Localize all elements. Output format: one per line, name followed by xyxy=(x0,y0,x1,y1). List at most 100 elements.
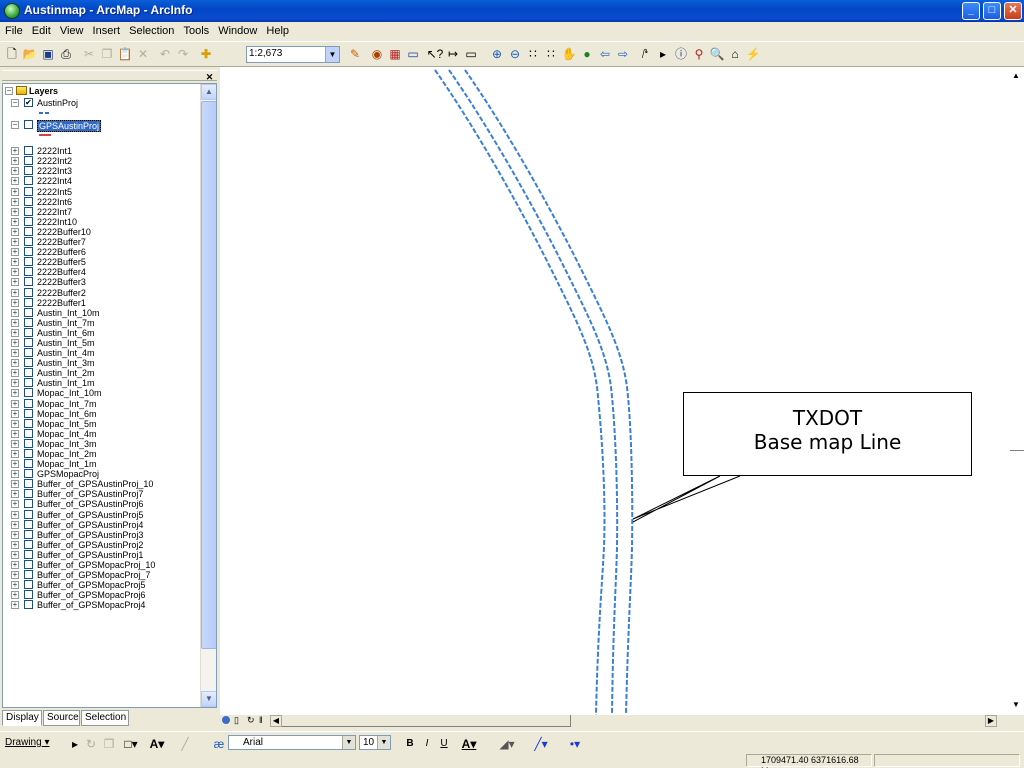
layer-visibility-checkbox[interactable] xyxy=(24,570,33,580)
whats-this-icon[interactable]: ↖? xyxy=(426,45,444,63)
rotate-icon[interactable]: ↻ xyxy=(82,735,100,753)
map-scale-combo[interactable]: 1:2,673 ▼ xyxy=(246,46,340,63)
expand-icon[interactable]: + xyxy=(11,349,19,358)
layer-visibility-checkbox[interactable] xyxy=(24,257,33,267)
scroll-down-icon[interactable]: ▼ xyxy=(201,691,216,707)
expand-icon[interactable]: + xyxy=(11,419,19,428)
layer-row[interactable]: +2222Int6 xyxy=(3,196,200,207)
zoom-out-icon[interactable]: ⊖ xyxy=(506,45,524,63)
layer-visibility-checkbox[interactable] xyxy=(24,449,33,458)
layer-row[interactable]: + Austin_Int_2m xyxy=(3,368,200,378)
expand-icon[interactable]: + xyxy=(11,520,19,529)
scroll-thumb[interactable] xyxy=(201,101,216,649)
map-vertical-scrollbar[interactable]: ▲ ▼ xyxy=(1010,67,1024,715)
magnify-icon[interactable]: ▭ xyxy=(462,45,480,63)
print-icon[interactable]: ⎙ xyxy=(57,45,75,63)
layer-visibility-checkbox[interactable] xyxy=(24,479,33,489)
layer-visibility-checkbox[interactable] xyxy=(24,287,33,297)
menu-edit[interactable]: Edit xyxy=(29,22,54,37)
layer-visibility-checkbox[interactable] xyxy=(24,378,33,388)
layer-visibility-checkbox[interactable] xyxy=(24,590,33,600)
layer-visibility-checkbox[interactable] xyxy=(24,560,33,570)
layer-row[interactable]: + Mopac_Int_4m xyxy=(3,428,200,439)
layer-visibility-checkbox[interactable] xyxy=(24,348,33,358)
fill-color-icon[interactable]: ◢▾ xyxy=(498,735,516,753)
expand-icon[interactable]: + xyxy=(11,197,19,206)
layer-row[interactable]: + Austin_Int_3m xyxy=(3,358,200,368)
layer-row[interactable]: + Buffer_of_GPSAustinProj5 xyxy=(3,509,200,520)
expand-icon[interactable]: + xyxy=(11,540,19,549)
layers-root[interactable]: − Layers xyxy=(3,86,200,98)
layer-visibility-checkbox[interactable] xyxy=(24,418,33,428)
layer-row[interactable]: − ✔ AustinProj xyxy=(3,98,200,108)
layer-row[interactable]: + Buffer_of_GPSMopacProj_10 xyxy=(3,560,200,570)
layer-row[interactable]: + Buffer_of_GPSMopacProj_7 xyxy=(3,570,200,580)
scroll-up-icon[interactable]: ▲ xyxy=(201,84,216,100)
lightning-icon[interactable]: ⚡ xyxy=(744,45,762,63)
callout-box[interactable]: TXDOT Base map Line xyxy=(683,392,972,476)
layer-row[interactable]: + Buffer_of_GPSAustinProj4 xyxy=(3,519,200,530)
layer-row[interactable]: + Buffer_of_GPSMopacProj6 xyxy=(3,590,200,600)
underline-button[interactable]: U xyxy=(435,735,453,753)
layer-row[interactable]: + Mopac_Int_10m xyxy=(3,388,200,398)
layer-row[interactable]: +2222Buffer10 xyxy=(3,226,200,237)
layer-visibility-checkbox[interactable] xyxy=(24,428,33,438)
cut-icon[interactable]: ✂ xyxy=(80,45,98,63)
layer-row[interactable]: +2222Int1 xyxy=(3,146,200,156)
select-features-icon[interactable]: ⭚ xyxy=(636,45,654,63)
menu-selection[interactable]: Selection xyxy=(126,22,177,37)
new-icon[interactable]: 🗋 xyxy=(3,45,21,63)
delete-icon[interactable]: ✕ xyxy=(134,45,152,63)
scroll-left-icon[interactable]: ◀ xyxy=(270,715,282,727)
layer-row[interactable]: + Buffer_of_GPSMopacProj5 xyxy=(3,580,200,590)
layer-visibility-checkbox[interactable] xyxy=(24,580,33,590)
layer-visibility-checkbox[interactable] xyxy=(24,398,33,408)
expand-icon[interactable]: + xyxy=(11,217,19,226)
layer-visibility-checkbox[interactable] xyxy=(24,509,33,519)
menu-tools[interactable]: Tools xyxy=(180,22,212,37)
expand-icon[interactable]: + xyxy=(11,338,19,347)
expand-icon[interactable]: + xyxy=(11,268,19,277)
layer-row[interactable]: + Buffer_of_GPSAustinProj2 xyxy=(3,539,200,550)
scroll-down-icon[interactable]: ▼ xyxy=(1012,700,1020,709)
layer-row[interactable]: + Mopac_Int_1m xyxy=(3,459,200,469)
layer-visibility-checkbox[interactable] xyxy=(24,237,33,247)
expand-icon[interactable]: + xyxy=(11,147,19,156)
layer-visibility-checkbox[interactable] xyxy=(24,499,33,509)
layer-row[interactable]: +2222Int2 xyxy=(3,156,200,166)
expand-icon[interactable]: + xyxy=(11,248,19,257)
collapse-icon[interactable]: − xyxy=(11,121,19,130)
select-elements-icon[interactable]: ▸ xyxy=(654,45,672,63)
layer-visibility-checkbox[interactable] xyxy=(24,529,33,539)
fixed-zoom-out-icon[interactable]: ∷ xyxy=(542,45,560,63)
layer-row[interactable]: +2222Int7 xyxy=(3,206,200,217)
layer-row[interactable]: + Buffer_of_GPSAustinProj6 xyxy=(3,499,200,509)
layer-row[interactable]: + Mopac_Int_3m xyxy=(3,438,200,449)
expand-icon[interactable]: + xyxy=(11,591,19,600)
expand-icon[interactable]: + xyxy=(11,460,19,469)
layer-visibility-checkbox[interactable] xyxy=(24,247,33,257)
layer-visibility-checkbox[interactable] xyxy=(24,166,33,176)
close-button[interactable]: ✕ xyxy=(1004,2,1022,20)
layer-row[interactable]: + Austin_Int_7m xyxy=(3,317,200,328)
layer-visibility-checkbox[interactable] xyxy=(24,549,33,559)
pause-icon[interactable]: ‖ xyxy=(259,715,263,725)
layer-row[interactable]: + Buffer_of_GPSAustinProj_10 xyxy=(3,479,200,489)
expand-icon[interactable]: + xyxy=(11,177,19,186)
toc-grip[interactable]: ✕ xyxy=(2,70,217,83)
layer-visibility-checkbox[interactable] xyxy=(24,459,33,469)
layer-visibility-checkbox[interactable] xyxy=(24,519,33,529)
route-icon[interactable]: ⌂ xyxy=(726,45,744,63)
layer-row[interactable]: + Mopac_Int_7m xyxy=(3,398,200,409)
collapse-icon[interactable]: − xyxy=(5,87,13,95)
expand-icon[interactable]: + xyxy=(11,581,19,590)
chevron-down-icon[interactable]: ▼ xyxy=(325,47,339,62)
close-icon[interactable]: ✕ xyxy=(204,73,215,83)
layer-visibility-checkbox[interactable] xyxy=(24,226,33,236)
expand-icon[interactable]: + xyxy=(11,278,19,287)
menu-file[interactable]: File xyxy=(2,22,26,37)
horizontal-scrollbar[interactable] xyxy=(282,715,571,727)
expand-icon[interactable]: + xyxy=(11,500,19,509)
layer-row[interactable]: +2222Buffer1 xyxy=(3,297,200,308)
save-icon[interactable]: ▣ xyxy=(39,45,57,63)
